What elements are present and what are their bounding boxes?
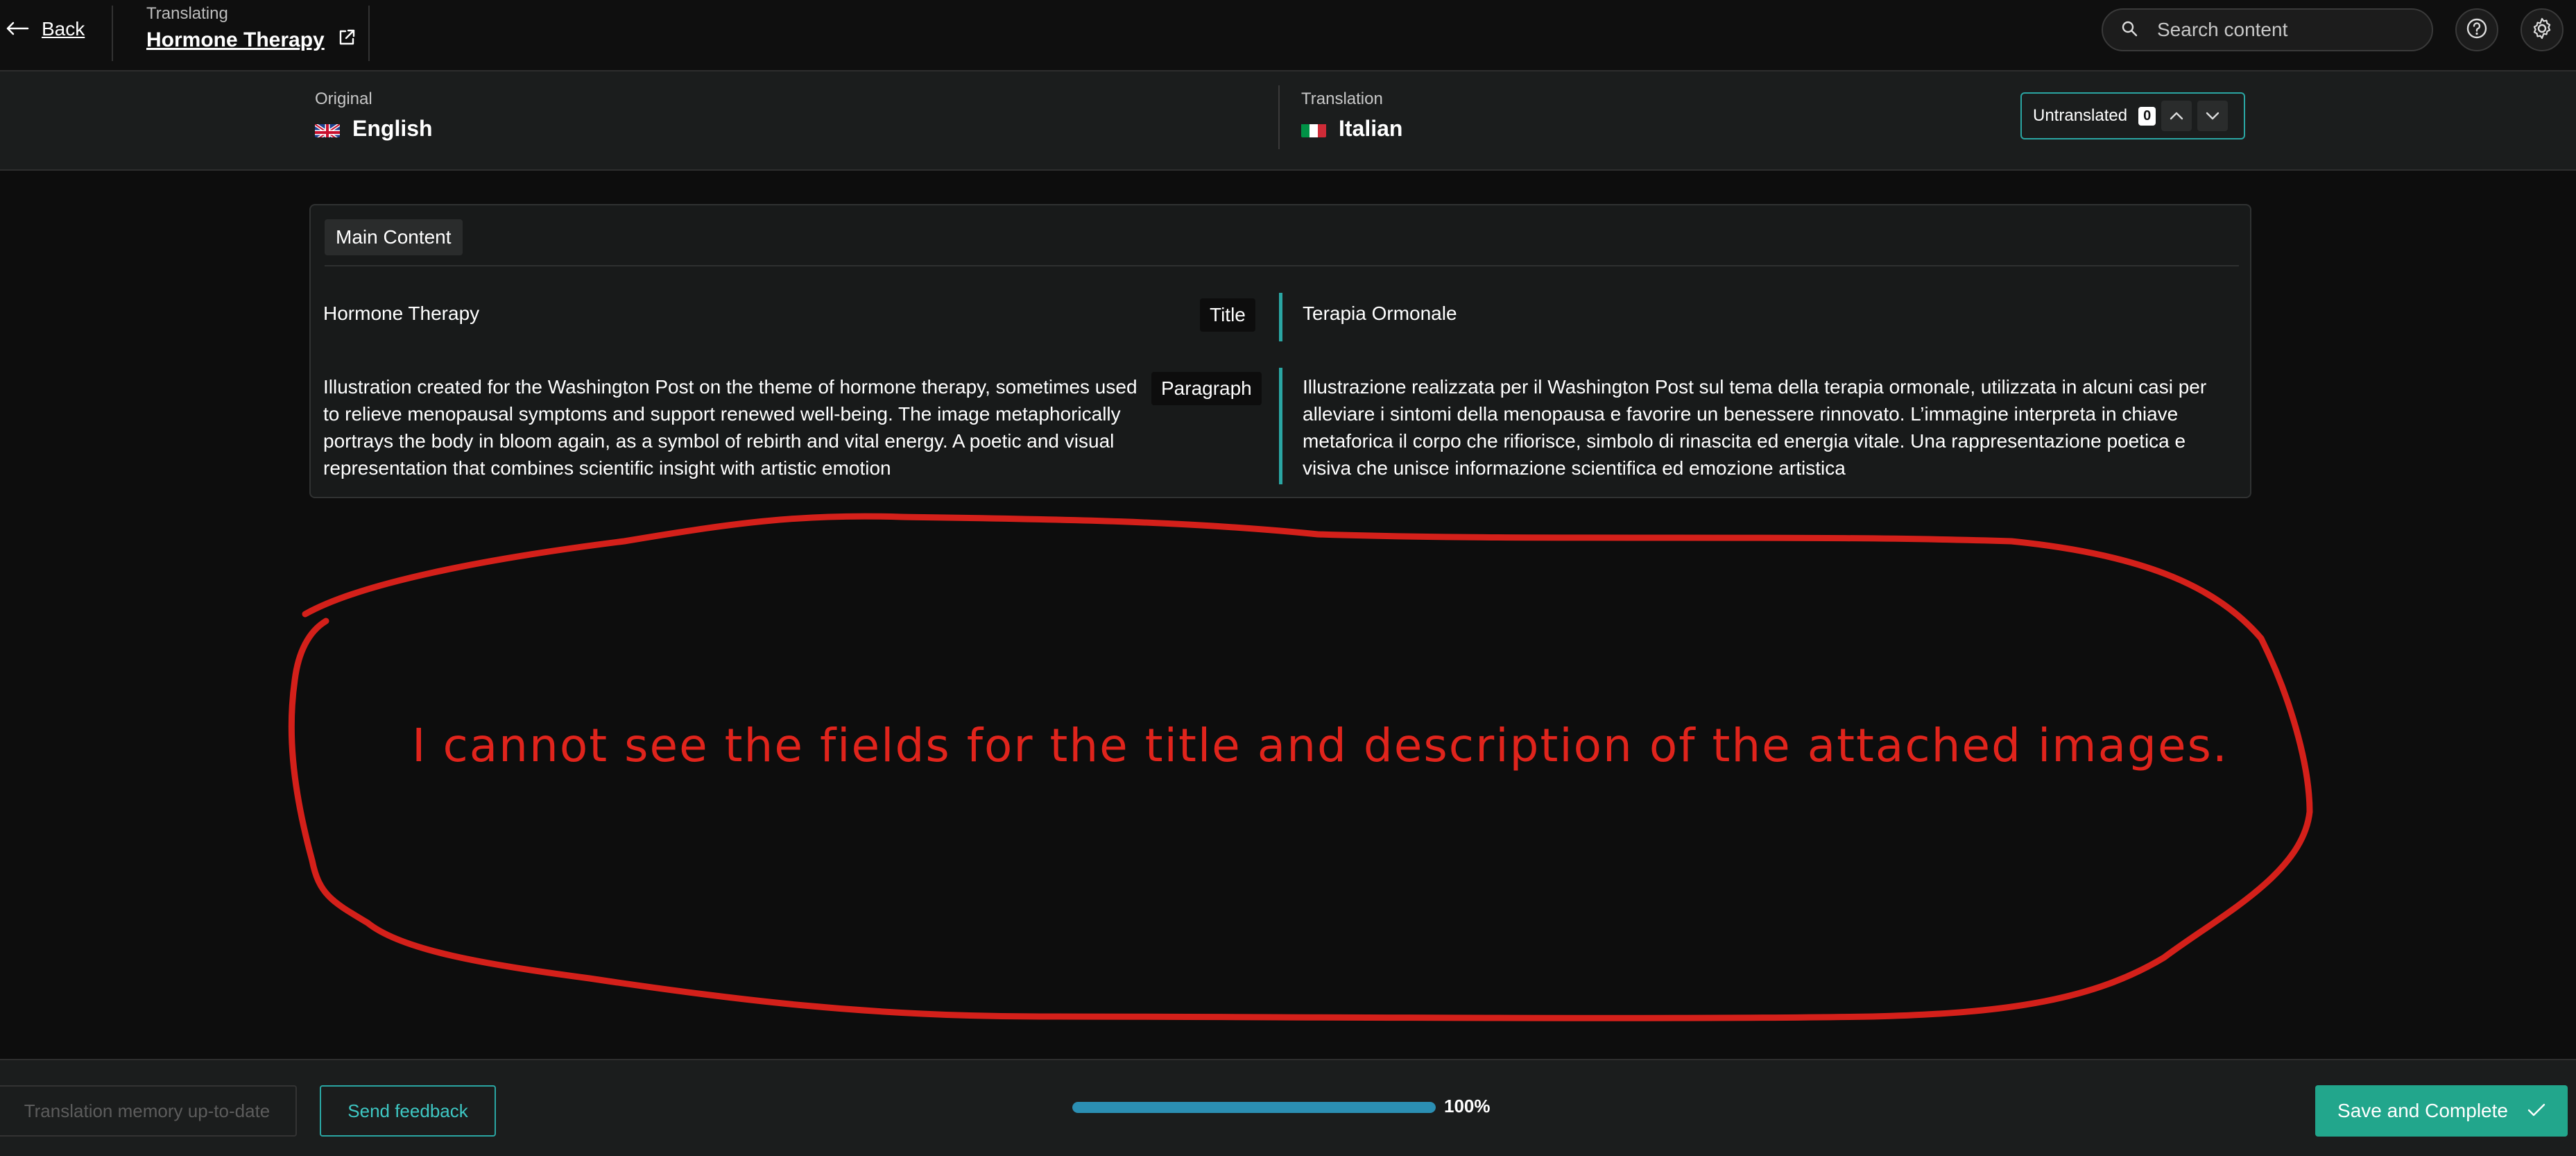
save-button-label: Save and Complete <box>2337 1100 2508 1121</box>
progress-bar <box>1072 1102 1436 1113</box>
annotation-note: I cannot see the fields for the title an… <box>412 719 2229 772</box>
progress-label: 100% <box>1444 1096 1491 1116</box>
check-icon <box>2527 1100 2545 1122</box>
annotation-ellipse <box>288 513 2313 1021</box>
save-and-complete-button[interactable]: Save and Complete <box>2315 1085 2568 1137</box>
bottom-bar: Translation memory up-to-date Send feedb… <box>0 1059 2576 1156</box>
send-feedback-button[interactable]: Send feedback <box>320 1085 496 1137</box>
progress-fill <box>1072 1102 1436 1113</box>
translation-memory-button[interactable]: Translation memory up-to-date <box>0 1085 297 1137</box>
